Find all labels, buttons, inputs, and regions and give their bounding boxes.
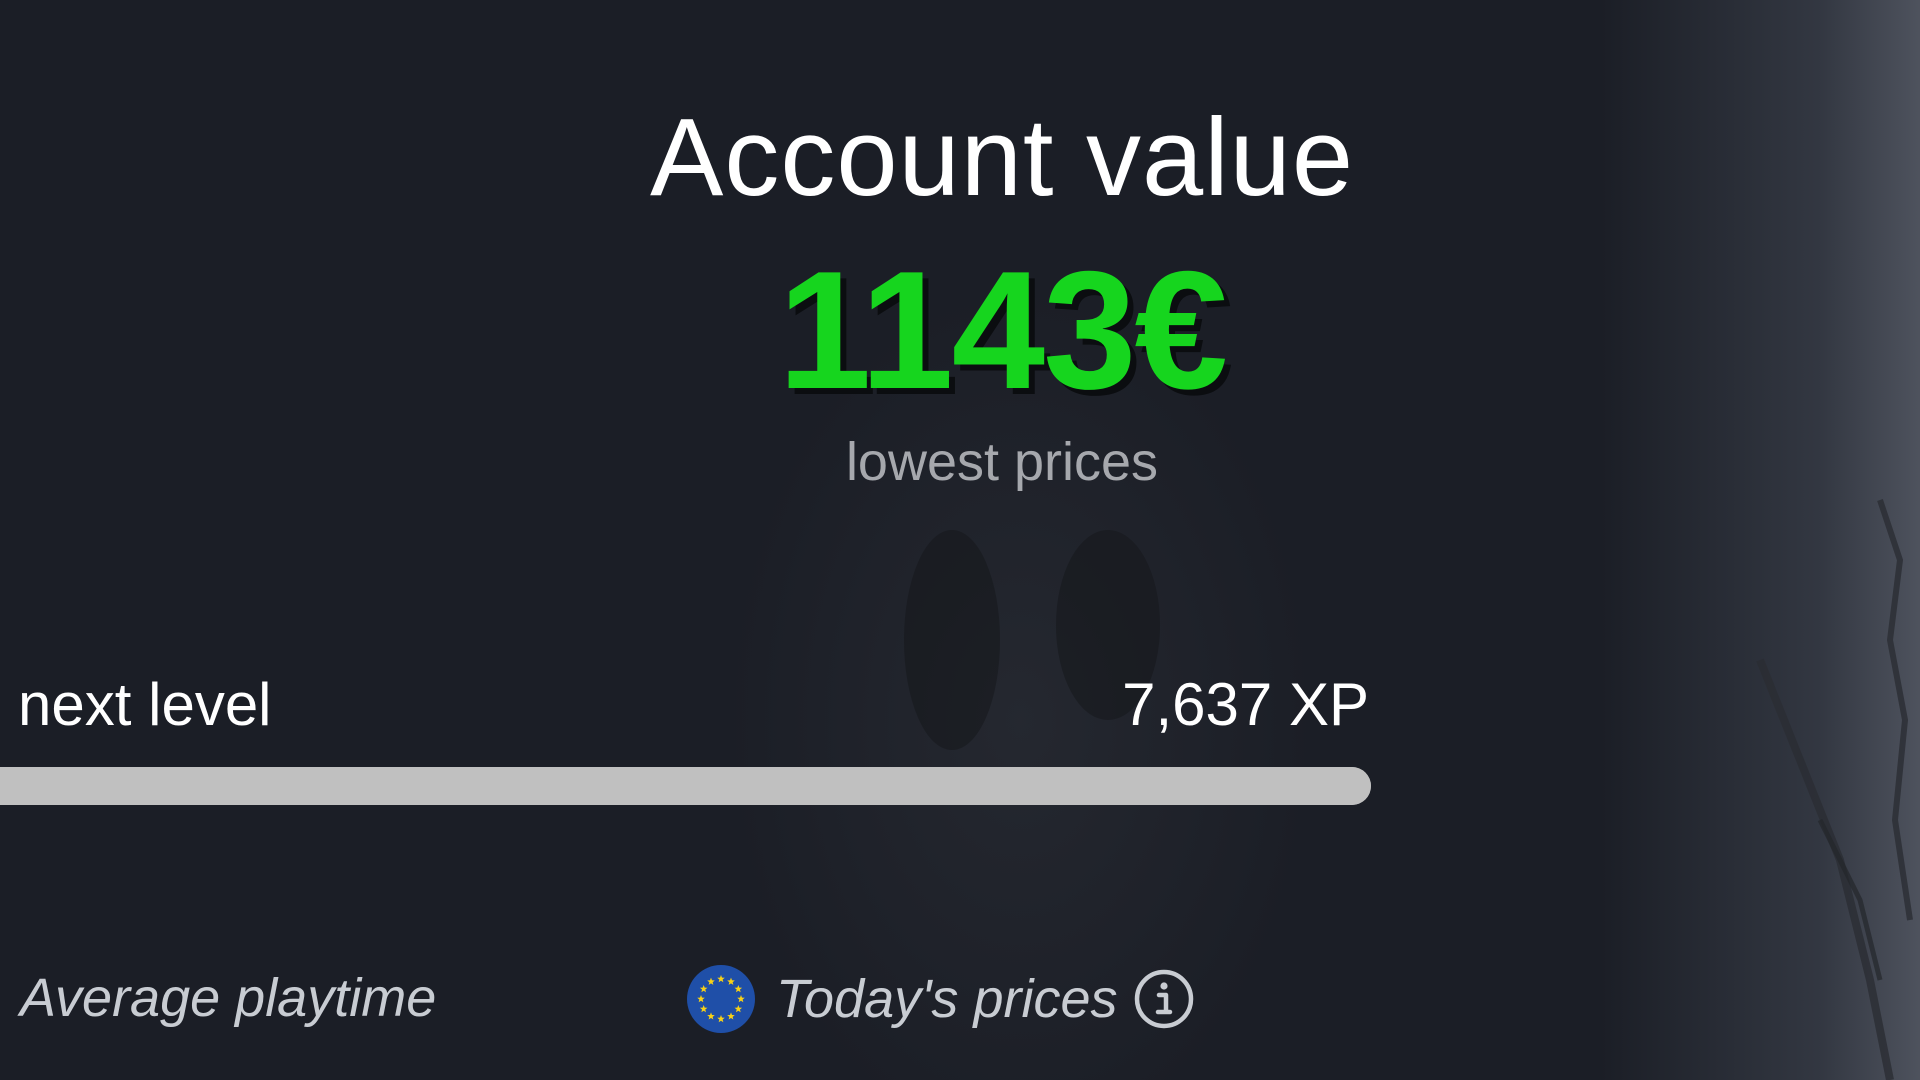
account-value-amount: 1143€ (778, 236, 1228, 424)
todays-prices[interactable]: Today's prices (686, 962, 1195, 1036)
account-value-title: Account value (650, 96, 1354, 219)
todays-prices-label: Today's prices (776, 969, 1118, 1029)
next-level-label: o next level (0, 671, 272, 738)
level-progress-fill (0, 767, 1371, 805)
level-progress-bar (0, 767, 1371, 805)
info-icon[interactable] (1133, 968, 1195, 1030)
price-basis-label: lowest prices (845, 432, 1159, 492)
xp-to-next-level: 7,637 XP (1122, 671, 1369, 738)
eu-flag-icon (687, 965, 755, 1033)
average-playtime-label[interactable]: Average playtime (20, 966, 436, 1030)
